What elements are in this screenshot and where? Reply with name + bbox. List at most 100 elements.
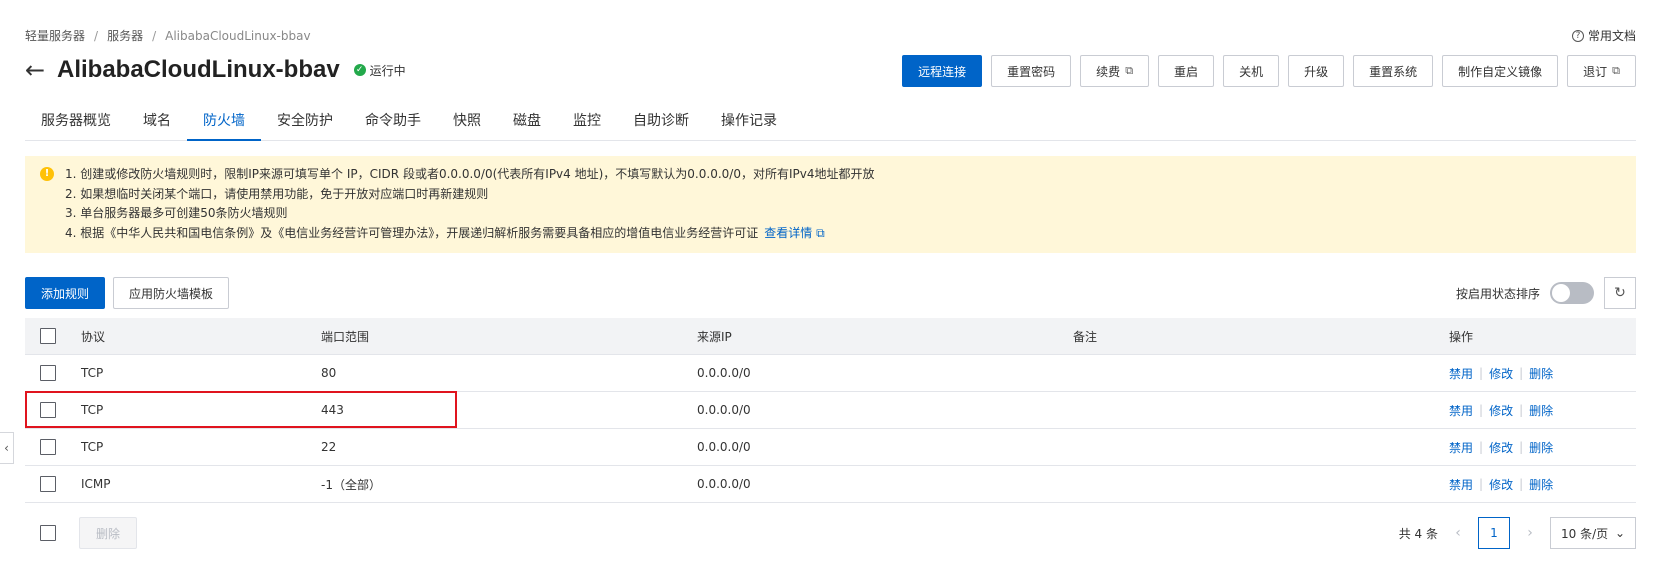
footer-select-all-checkbox[interactable] xyxy=(40,525,56,541)
total-count: 共 4 条 xyxy=(1398,526,1438,541)
row-checkbox[interactable] xyxy=(40,439,56,455)
row-ops: 禁用 | 修改 | 删除 xyxy=(1449,429,1553,465)
notice-line: 3. 单台服务器最多可创建50条防火墙规则 xyxy=(65,206,288,220)
help-doc-label: 常用文档 xyxy=(1587,29,1636,43)
delete-link[interactable]: 删除 xyxy=(1529,402,1553,419)
op-divider: | xyxy=(1519,366,1524,380)
upgrade-button[interactable]: 升级 xyxy=(1288,55,1345,87)
view-details-label: 查看详情 xyxy=(764,225,813,240)
notice-line-text: 4. 根据《中华人民共和国电信条例》及《电信业务经营许可管理办法》，开展递归解析… xyxy=(65,225,759,240)
op-divider: | xyxy=(1479,440,1484,454)
cell-port: -1（全部） xyxy=(321,477,381,492)
warning-icon: ! xyxy=(40,167,54,181)
header-protocol: 协议 xyxy=(81,329,106,344)
current-page[interactable]: 1 xyxy=(1478,517,1510,549)
cell-source-ip: 0.0.0.0/0 xyxy=(697,403,751,417)
apply-template-button[interactable]: 应用防火墙模板 xyxy=(113,277,230,309)
row-checkbox[interactable] xyxy=(40,476,56,492)
cell-protocol: ICMP xyxy=(81,477,111,491)
toggle-knob xyxy=(1552,284,1570,302)
cell-source-ip: 0.0.0.0/0 xyxy=(697,366,751,380)
tab-self-diagnosis[interactable]: 自助诊断 xyxy=(617,106,705,140)
tab-operation-log[interactable]: 操作记录 xyxy=(705,106,793,140)
delete-link[interactable]: 删除 xyxy=(1529,439,1553,456)
header-ops: 操作 xyxy=(1449,329,1474,344)
delete-link[interactable]: 删除 xyxy=(1529,365,1553,382)
header-source-ip: 来源IP xyxy=(697,329,732,344)
external-link-icon: ⧉ xyxy=(1612,64,1620,77)
status-label: 运行中 xyxy=(369,63,406,78)
tab-disk[interactable]: 磁盘 xyxy=(497,106,557,140)
breadcrumb-current: AlibabaCloudLinux-bbav xyxy=(165,28,311,43)
op-divider: | xyxy=(1479,477,1484,491)
sort-by-status-toggle[interactable] xyxy=(1550,282,1594,304)
renew-button[interactable]: 续费 ⧉ xyxy=(1080,55,1150,87)
restart-button[interactable]: 重启 xyxy=(1158,55,1215,87)
next-page-icon[interactable]: › xyxy=(1522,525,1538,541)
create-custom-image-button[interactable]: 制作自定义镜像 xyxy=(1442,55,1559,87)
breadcrumb-server[interactable]: 服务器 xyxy=(107,27,143,44)
tab-snapshot[interactable]: 快照 xyxy=(437,106,497,140)
op-divider: | xyxy=(1519,440,1524,454)
tab-security[interactable]: 安全防护 xyxy=(261,106,349,140)
unsubscribe-label: 退订 xyxy=(1583,64,1608,79)
prev-page-icon[interactable]: ‹ xyxy=(1450,525,1466,541)
unsubscribe-button[interactable]: 退订 ⧉ xyxy=(1567,55,1636,87)
tab-domain[interactable]: 域名 xyxy=(127,106,187,140)
tab-command-assistant[interactable]: 命令助手 xyxy=(349,106,437,140)
op-divider: | xyxy=(1519,403,1524,417)
cell-port: 80 xyxy=(321,366,337,380)
op-divider: | xyxy=(1479,403,1484,417)
table-row: TCP 22 0.0.0.0/0 禁用 | 修改 | 删除 xyxy=(25,429,1636,466)
notice-line: 4. 根据《中华人民共和国电信条例》及《电信业务经营许可管理办法》，开展递归解析… xyxy=(65,224,1636,244)
op-divider: | xyxy=(1479,366,1484,380)
notice-line: 1. 创建或修改防火墙规则时，限制IP来源可填写单个 IP，CIDR 段或者0.… xyxy=(65,167,875,181)
cell-protocol: TCP xyxy=(81,440,104,454)
chevron-down-icon: ⌄ xyxy=(1614,526,1625,540)
refresh-icon[interactable]: ↻ xyxy=(1604,277,1636,309)
tab-monitor[interactable]: 监控 xyxy=(557,106,617,140)
row-ops: 禁用 | 修改 | 删除 xyxy=(1449,466,1553,502)
add-rule-button[interactable]: 添加规则 xyxy=(25,277,106,309)
disable-link[interactable]: 禁用 xyxy=(1449,365,1473,382)
select-all-checkbox[interactable] xyxy=(40,328,56,344)
tab-server-overview[interactable]: 服务器概览 xyxy=(25,106,127,140)
tab-bar: 服务器概览 域名 防火墙 安全防护 命令助手 快照 磁盘 监控 自助诊断 操作记… xyxy=(25,106,1636,141)
title-row: ← AlibabaCloudLinux-bbav ✓ 运行中 xyxy=(25,56,406,84)
page-size-value: 10 条/页 xyxy=(1561,526,1609,541)
highlight-box xyxy=(25,391,457,428)
table-row: ICMP -1（全部） 0.0.0.0/0 禁用 | 修改 | 删除 xyxy=(25,466,1636,503)
disable-link[interactable]: 禁用 xyxy=(1449,476,1473,493)
edit-link[interactable]: 修改 xyxy=(1489,476,1513,493)
question-icon: ? xyxy=(1571,29,1584,42)
reset-password-button[interactable]: 重置密码 xyxy=(991,55,1072,87)
row-checkbox[interactable] xyxy=(40,365,56,381)
table-toolbar: 添加规则 应用防火墙模板 按启用状态排序 ↻ xyxy=(25,277,1636,309)
delete-link[interactable]: 删除 xyxy=(1529,476,1553,493)
cell-source-ip: 0.0.0.0/0 xyxy=(697,477,751,491)
breadcrumb-lightweight-server[interactable]: 轻量服务器 xyxy=(25,27,85,44)
cell-source-ip: 0.0.0.0/0 xyxy=(697,440,751,454)
edit-link[interactable]: 修改 xyxy=(1489,402,1513,419)
breadcrumb-separator: / xyxy=(152,28,157,43)
back-arrow-icon[interactable]: ← xyxy=(25,58,53,82)
reset-system-button[interactable]: 重置系统 xyxy=(1353,55,1434,87)
view-details-link[interactable]: 查看详情 ⧉ xyxy=(764,226,824,240)
renew-label: 续费 xyxy=(1096,64,1121,79)
cell-port: 22 xyxy=(321,440,337,454)
disable-link[interactable]: 禁用 xyxy=(1449,439,1473,456)
shutdown-button[interactable]: 关机 xyxy=(1223,55,1280,87)
edit-link[interactable]: 修改 xyxy=(1489,365,1513,382)
help-doc-link[interactable]: ? 常用文档 xyxy=(1571,27,1636,44)
disable-link[interactable]: 禁用 xyxy=(1449,402,1473,419)
batch-delete-button[interactable]: 删除 xyxy=(79,517,138,549)
edit-link[interactable]: 修改 xyxy=(1489,439,1513,456)
header-port: 端口范围 xyxy=(321,329,370,344)
collapse-sidebar-handle[interactable]: ‹ xyxy=(0,432,14,464)
pagination: 共 4 条 ‹ 1 › 10 条/页 ⌄ xyxy=(1399,517,1636,549)
tab-firewall[interactable]: 防火墙 xyxy=(187,106,261,141)
page-size-select[interactable]: 10 条/页 ⌄ xyxy=(1550,517,1636,549)
sort-by-status-label: 按启用状态排序 xyxy=(1455,286,1540,301)
remote-connect-button[interactable]: 远程连接 xyxy=(902,55,983,87)
page-title: AlibabaCloudLinux-bbav xyxy=(57,56,340,83)
